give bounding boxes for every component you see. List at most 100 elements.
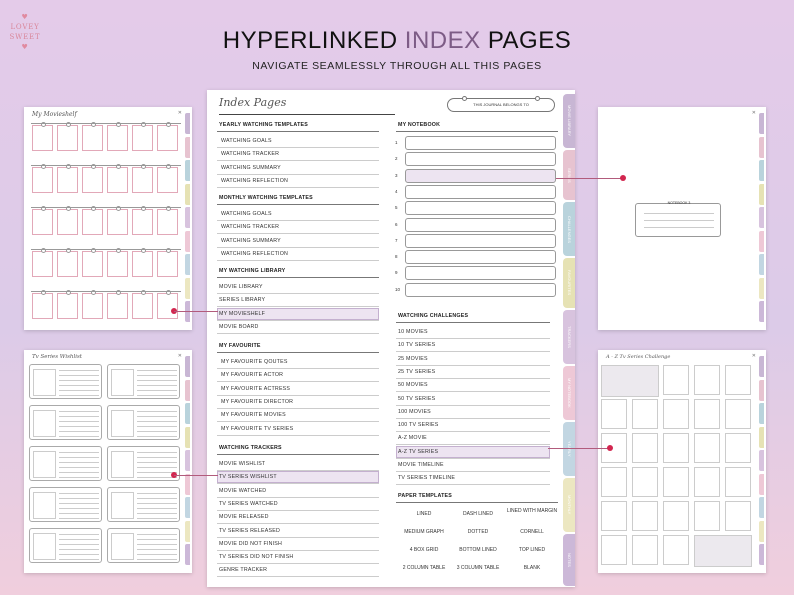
movie-frame[interactable] <box>82 122 103 151</box>
tv-series-wishlist-page-preview[interactable]: Tv Series Wishlist ✕ <box>24 350 192 573</box>
index-link[interactable]: WATCHING SUMMARY <box>221 238 281 244</box>
paper-template-link[interactable]: LINED WITH MARGIN <box>505 508 559 514</box>
letter-box[interactable] <box>694 433 720 463</box>
index-link[interactable]: WATCHING TRACKER <box>221 224 279 230</box>
letter-box[interactable] <box>663 501 689 531</box>
index-link[interactable]: WATCHING GOALS <box>221 138 272 144</box>
index-link[interactable]: TV SERIES TIMELINE <box>398 475 455 481</box>
index-link[interactable]: MOVIE WISHLIST <box>219 461 265 467</box>
mini-tab[interactable] <box>185 544 190 565</box>
movie-frame[interactable] <box>157 248 178 277</box>
mini-tab[interactable] <box>185 426 190 448</box>
paper-template-link[interactable]: CORNELL <box>505 529 559 535</box>
mini-tab[interactable] <box>759 356 764 377</box>
movie-frame[interactable] <box>132 206 153 235</box>
index-link[interactable]: A-Z TV SERIES <box>398 449 438 455</box>
index-link[interactable]: WATCHING TRACKER <box>221 151 279 157</box>
index-link[interactable]: 10 MOVIES <box>398 329 428 335</box>
index-link[interactable]: 50 MOVIES <box>398 382 428 388</box>
index-link[interactable]: MY FAVOURITE ACTRESS <box>221 386 290 392</box>
letter-box[interactable] <box>632 399 658 429</box>
letter-box[interactable] <box>725 399 751 429</box>
notebook-link-box[interactable] <box>405 152 556 167</box>
letter-box[interactable] <box>725 365 751 395</box>
index-link[interactable]: MOVIE BOARD <box>219 324 259 330</box>
tab-my-notebook[interactable]: MY NOTEBOOK <box>563 366 575 420</box>
letter-box[interactable] <box>694 467 720 497</box>
paper-template-link[interactable]: BLANK <box>505 565 559 571</box>
letter-box[interactable] <box>694 501 720 531</box>
index-link[interactable]: TV SERIES WISHLIST <box>219 474 277 480</box>
mini-tab[interactable] <box>759 160 764 181</box>
movie-frame[interactable] <box>157 290 178 319</box>
index-link[interactable]: MY FAVOURITE TV SERIES <box>221 426 293 432</box>
movie-frame[interactable] <box>57 164 78 193</box>
mini-tab[interactable] <box>759 301 764 322</box>
letter-box[interactable] <box>632 501 658 531</box>
mini-tab[interactable] <box>185 520 190 542</box>
movie-frame[interactable] <box>132 164 153 193</box>
movie-frame[interactable] <box>157 206 178 235</box>
notebook-link-box[interactable] <box>405 282 556 297</box>
notebook-link-box[interactable] <box>405 266 556 281</box>
index-link[interactable]: WATCHING REFLECTION <box>221 251 288 257</box>
notebook-link-box[interactable] <box>405 136 556 150</box>
letter-box[interactable] <box>663 433 689 463</box>
letter-box[interactable] <box>725 467 751 497</box>
tab-notes[interactable]: NOTES <box>563 534 575 586</box>
mini-tab[interactable] <box>759 426 764 448</box>
movie-frame[interactable] <box>107 290 128 319</box>
letter-box[interactable] <box>725 501 751 531</box>
notebook-link-box[interactable] <box>405 201 556 216</box>
movie-frame[interactable] <box>32 290 53 319</box>
index-link[interactable]: 10 TV SERIES <box>398 342 435 348</box>
mini-tab[interactable] <box>759 497 764 518</box>
index-link[interactable]: WATCHING GOALS <box>221 211 272 217</box>
notebook-link-box[interactable] <box>405 217 556 232</box>
movie-frame[interactable] <box>107 248 128 277</box>
index-link[interactable]: TV SERIES RELEASED <box>219 528 280 534</box>
mini-tab[interactable] <box>185 473 190 495</box>
movie-frame[interactable] <box>32 248 53 277</box>
movie-frame[interactable] <box>82 290 103 319</box>
index-link[interactable]: 100 MOVIES <box>398 409 431 415</box>
wishlist-card[interactable] <box>29 446 102 481</box>
mini-tab[interactable] <box>185 254 190 275</box>
mini-tab[interactable] <box>185 160 190 181</box>
mini-tab[interactable] <box>759 277 764 299</box>
index-link[interactable]: TV SERIES WATCHED <box>219 501 278 507</box>
wishlist-card[interactable] <box>107 405 180 440</box>
tab-favourites[interactable]: FAVOURITES <box>563 258 575 308</box>
index-link[interactable]: A-Z MOVIE <box>398 435 427 441</box>
index-link[interactable]: MOVIE RELEASED <box>219 514 269 520</box>
wishlist-card[interactable] <box>107 446 180 481</box>
mini-tab[interactable] <box>759 230 764 252</box>
movie-frame[interactable] <box>107 122 128 151</box>
mini-tab[interactable] <box>759 113 764 134</box>
notebook-page-preview[interactable]: ✕ NOTEBOOK 3 <box>598 107 766 330</box>
movie-frame[interactable] <box>82 206 103 235</box>
az-tv-series-challenge-page-preview[interactable]: A - Z Tv Series Challenge ✕ <box>598 350 766 573</box>
movie-frame[interactable] <box>82 164 103 193</box>
index-link[interactable]: WATCHING SUMMARY <box>221 165 281 171</box>
mini-tab[interactable] <box>185 450 190 471</box>
tab-trackers[interactable]: TRACKERS <box>563 310 575 364</box>
movie-frame[interactable] <box>132 122 153 151</box>
movie-frame[interactable] <box>32 122 53 151</box>
index-link[interactable]: MY FAVOURITE MOVIES <box>221 412 286 418</box>
movie-frame[interactable] <box>157 164 178 193</box>
wishlist-card[interactable] <box>107 487 180 522</box>
index-link[interactable]: MY FAVOURITE DIRECTOR <box>221 399 293 405</box>
mini-tab[interactable] <box>759 473 764 495</box>
paper-template-link[interactable]: DOTTED <box>451 529 505 535</box>
letter-box[interactable] <box>601 501 627 531</box>
index-link[interactable]: 100 TV SERIES <box>398 422 438 428</box>
movie-frame[interactable] <box>32 164 53 193</box>
letter-box[interactable] <box>725 433 751 463</box>
index-link[interactable]: MOVIE TIMELINE <box>398 462 444 468</box>
letter-box[interactable] <box>663 535 689 565</box>
movie-frame[interactable] <box>132 290 153 319</box>
mini-tab[interactable] <box>185 113 190 134</box>
mini-tab[interactable] <box>185 379 190 401</box>
mini-tab[interactable] <box>185 230 190 252</box>
